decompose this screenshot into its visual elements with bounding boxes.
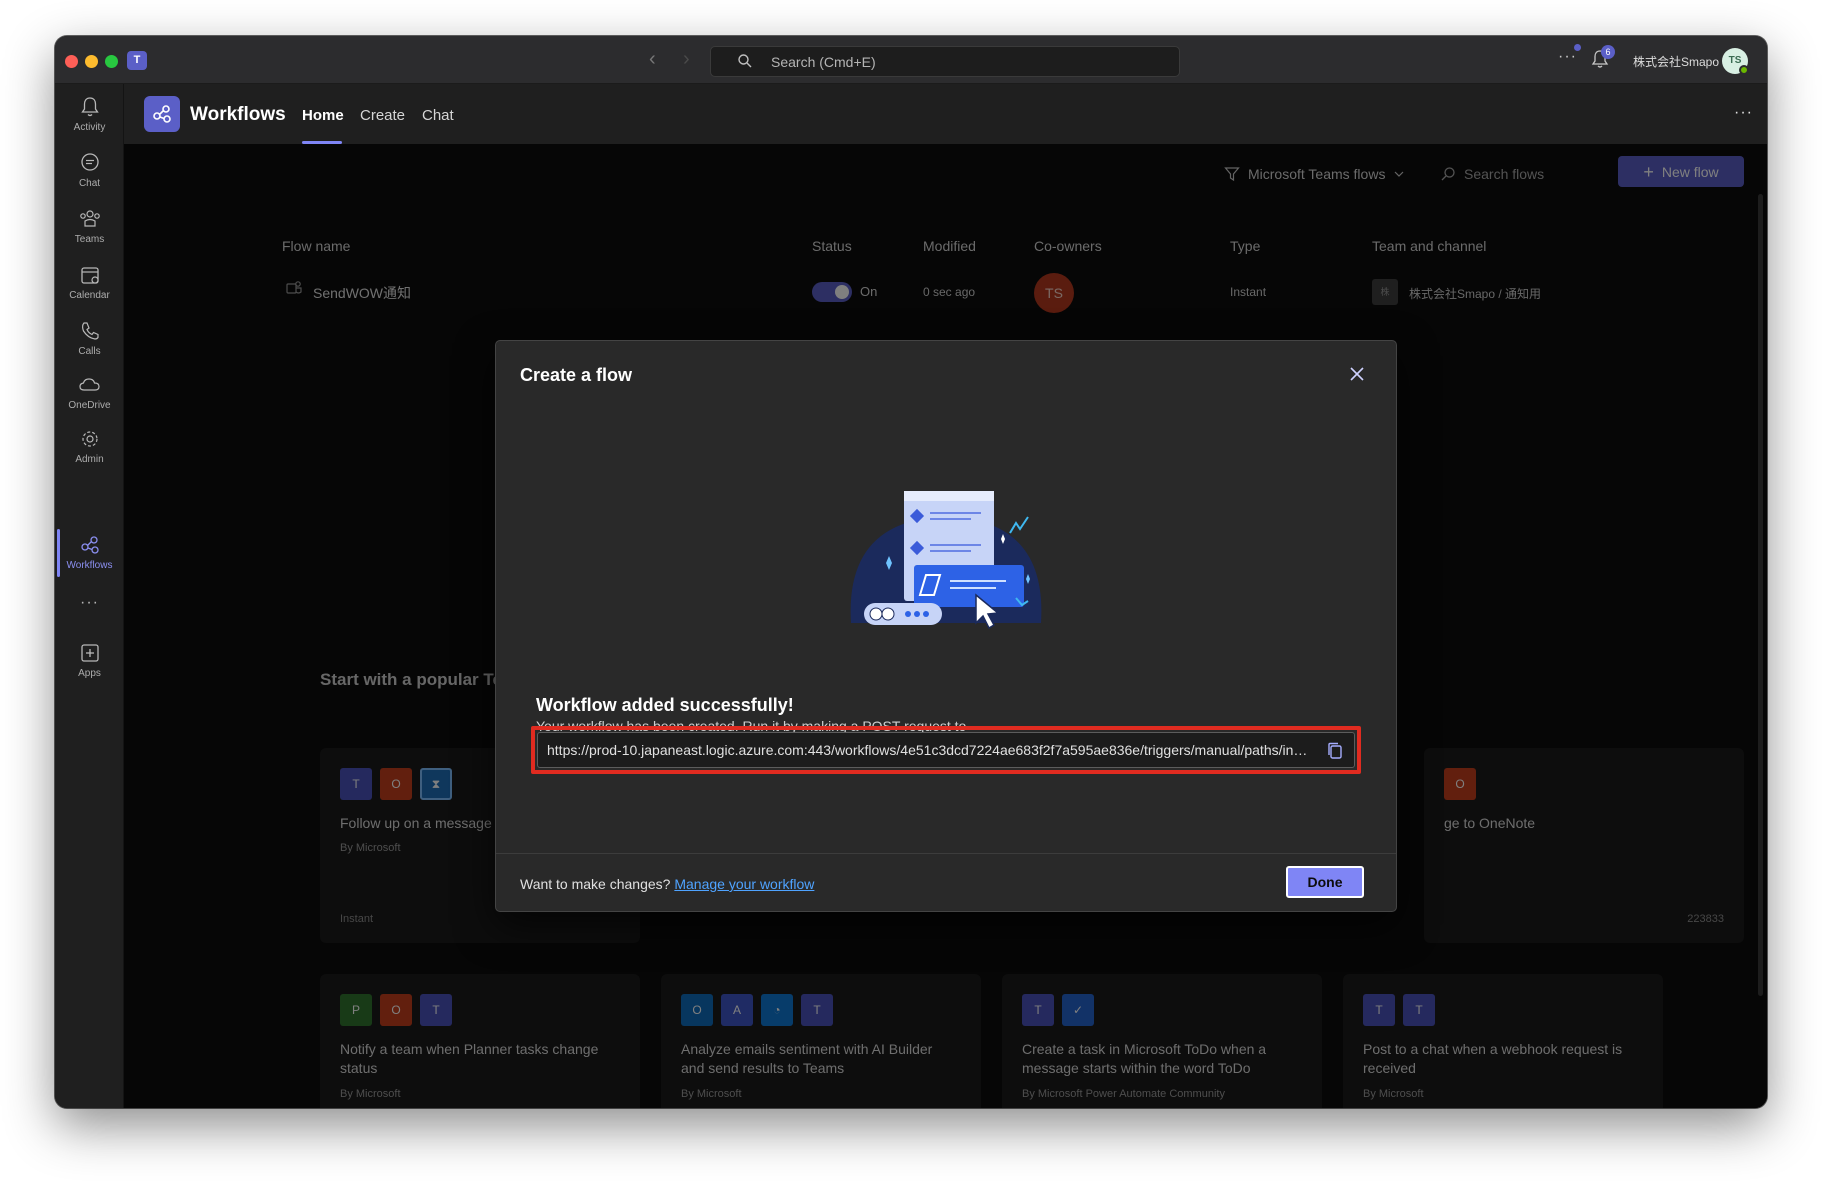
url-highlight-box bbox=[531, 726, 1361, 774]
rail-label: Admin bbox=[75, 454, 104, 465]
rail-item-calendar[interactable]: Calendar bbox=[55, 262, 124, 301]
dialog-title: Create a flow bbox=[520, 365, 633, 385]
app-title: Workflows bbox=[190, 104, 286, 125]
rail-item-apps[interactable]: Apps bbox=[55, 640, 124, 679]
gear-icon bbox=[81, 431, 98, 447]
rail-label: Chat bbox=[78, 178, 101, 189]
dialog-footer: Want to make changes? Manage your workfl… bbox=[520, 876, 814, 892]
rail-label: Calls bbox=[78, 346, 101, 357]
teams-icon bbox=[79, 210, 100, 227]
rail-label: Calendar bbox=[69, 290, 110, 301]
rail-label: Activity bbox=[73, 122, 106, 133]
org-name[interactable]: 株式会社Smapo bbox=[1633, 53, 1719, 70]
tab-chat[interactable]: Chat bbox=[422, 107, 454, 124]
close-window-button[interactable] bbox=[65, 55, 78, 68]
workflows-app-icon bbox=[144, 96, 180, 132]
more-options-icon[interactable]: ··· bbox=[1734, 104, 1753, 122]
workflow-success-illustration bbox=[850, 491, 1042, 630]
bell-icon bbox=[80, 97, 99, 117]
minimize-window-button[interactable] bbox=[85, 55, 98, 68]
presence-available-icon bbox=[1739, 65, 1749, 75]
phone-icon bbox=[81, 322, 99, 340]
rail-label: OneDrive bbox=[68, 400, 111, 411]
rail-item-teams[interactable]: Teams bbox=[55, 206, 124, 245]
success-heading: Workflow added successfully! bbox=[536, 695, 794, 715]
manage-workflow-link[interactable]: Manage your workflow bbox=[674, 876, 814, 892]
rail-label: Teams bbox=[74, 234, 105, 245]
rail-label: Workflows bbox=[66, 560, 113, 571]
forward-arrow-icon[interactable]: › bbox=[683, 48, 690, 71]
create-flow-dialog: Create a flow Workflow added successfull… bbox=[496, 341, 1396, 911]
app-rail: Activity Chat Teams Calendar Calls OneDr… bbox=[55, 84, 124, 1108]
tab-home[interactable]: Home bbox=[302, 107, 344, 124]
teams-logo-icon: T bbox=[127, 51, 147, 70]
rail-label: Apps bbox=[78, 668, 101, 679]
more-options-icon[interactable]: ··· bbox=[1558, 48, 1577, 66]
chat-icon bbox=[80, 153, 99, 171]
teams-window: T ‹ › Search (Cmd+E) ··· 6 株式会社Smapo TS … bbox=[55, 36, 1767, 1108]
rail-item-workflows[interactable]: Workflows bbox=[55, 532, 124, 571]
rail-item-admin[interactable]: Admin bbox=[55, 426, 124, 465]
apps-icon bbox=[80, 644, 99, 662]
title-bar: T ‹ › Search (Cmd+E) ··· 6 株式会社Smapo TS bbox=[55, 36, 1767, 84]
dialog-divider bbox=[496, 853, 1396, 854]
rail-item-onedrive[interactable]: OneDrive bbox=[55, 372, 124, 411]
cloud-icon bbox=[78, 378, 100, 391]
rail-item-activity[interactable]: Activity bbox=[55, 94, 124, 133]
search-icon bbox=[738, 54, 752, 68]
maximize-window-button[interactable] bbox=[105, 55, 118, 68]
workflows-icon bbox=[80, 536, 99, 554]
global-search-input[interactable]: Search (Cmd+E) bbox=[710, 46, 1180, 77]
footer-text: Want to make changes? bbox=[520, 876, 671, 892]
rail-more-button[interactable]: ··· bbox=[55, 594, 124, 612]
rail-item-calls[interactable]: Calls bbox=[55, 318, 124, 357]
close-icon[interactable] bbox=[1346, 363, 1368, 385]
tab-create[interactable]: Create bbox=[360, 107, 405, 124]
done-button[interactable]: Done bbox=[1286, 866, 1364, 898]
rail-item-chat[interactable]: Chat bbox=[55, 150, 124, 189]
search-placeholder: Search (Cmd+E) bbox=[771, 54, 876, 70]
notification-badge: 6 bbox=[1601, 45, 1615, 59]
calendar-icon bbox=[80, 267, 99, 284]
app-header: Workflows Home Create Chat ··· bbox=[124, 84, 1767, 144]
back-arrow-icon[interactable]: ‹ bbox=[649, 48, 656, 71]
